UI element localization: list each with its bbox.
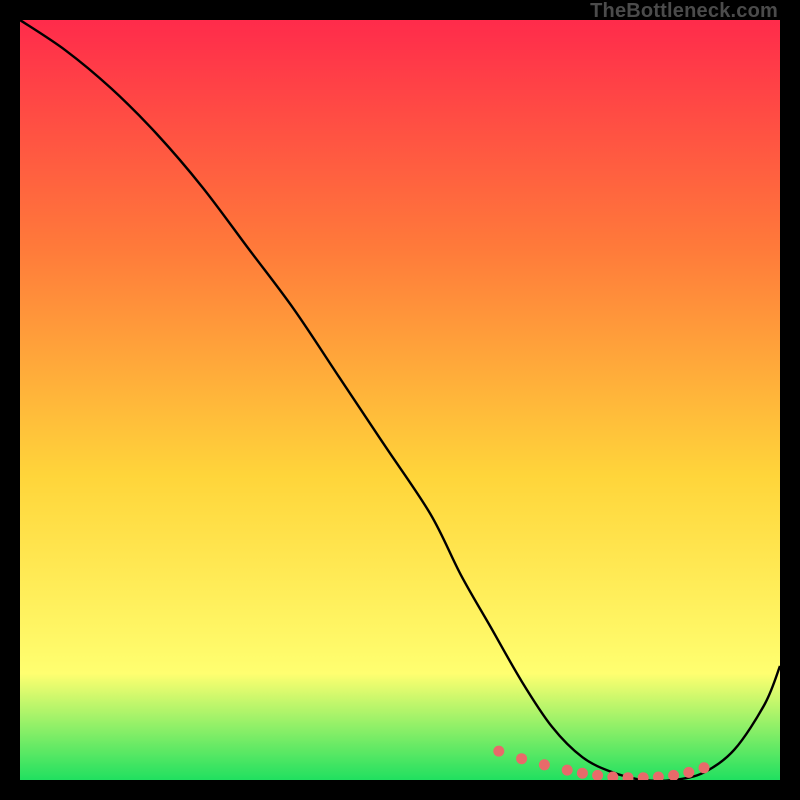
gradient-background <box>20 20 780 780</box>
bottleneck-chart <box>20 20 780 780</box>
marker-dot <box>577 768 588 779</box>
marker-dot <box>683 767 694 778</box>
marker-dot <box>562 765 573 776</box>
marker-dot <box>516 753 527 764</box>
chart-frame <box>20 20 780 780</box>
marker-dot <box>699 762 710 773</box>
marker-dot <box>539 759 550 770</box>
marker-dot <box>493 746 504 757</box>
watermark-text: TheBottleneck.com <box>590 0 778 23</box>
